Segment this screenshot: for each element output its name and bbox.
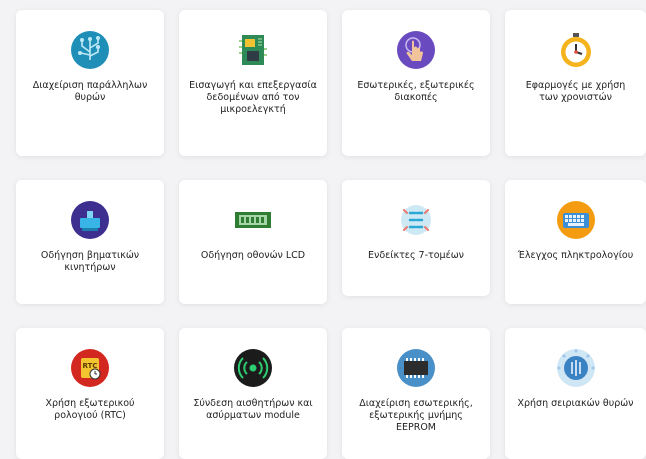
card-parallel-ports[interactable]: Διαχείριση παράλληλων θυρών — [16, 10, 164, 156]
card-label: Εισαγωγή και επεξεργασία δεδομένων από τ… — [189, 80, 317, 115]
wireless-signal-icon — [233, 348, 273, 388]
memory-chip-icon — [396, 348, 436, 388]
card-label: Διαχείριση εσωτερικής, εξωτερικής μνήμης… — [359, 398, 473, 433]
card-data-input[interactable]: Εισαγωγή και επεξεργασία δεδομένων από τ… — [179, 10, 327, 156]
circuit-tree-icon — [70, 30, 110, 70]
card-label: Ενδείκτες 7-τομέων — [368, 250, 464, 261]
card-lcd[interactable]: Οδήγηση οθονών LCD — [179, 180, 327, 304]
circuit-board-icon — [233, 30, 273, 70]
card-label: Οδήγηση οθονών LCD — [200, 250, 306, 261]
card-rtc[interactable]: RTC Χρήση εξωτερικού ρολογιού (RTC) — [16, 328, 164, 459]
card-eeprom[interactable]: Διαχείριση εσωτερικής, εξωτερικής μνήμης… — [342, 328, 490, 459]
card-sensors-wireless[interactable]: Σύνδεση αισθητήρων και ασύρματων module — [179, 328, 327, 459]
card-label: Εφαρμογές με χρήση των χρονιστών — [525, 80, 626, 103]
lcd-display-icon — [233, 200, 273, 240]
card-keyboard[interactable]: Έλεγχος πληκτρολογίου — [505, 180, 646, 304]
card-label: Οδήγηση βηματικών κινητήρων — [40, 250, 140, 273]
card-label: Χρήση εξωτερικού ρολογιού (RTC) — [45, 398, 135, 421]
keyboard-icon — [556, 200, 596, 240]
card-label: Έλεγχος πληκτρολογίου — [517, 250, 634, 261]
card-label: Εσωτερικές, εξωτερικές διακοπές — [357, 80, 475, 103]
card-label: Χρήση σειριακών θυρών — [517, 398, 634, 409]
card-timers[interactable]: Εφαρμογές με χρήση των χρονιστών — [505, 10, 646, 156]
card-interrupts[interactable]: Εσωτερικές, εξωτερικές διακοπές — [342, 10, 490, 156]
card-label: Σύνδεση αισθητήρων και ασύρματων module — [193, 398, 313, 421]
touch-button-icon — [396, 30, 436, 70]
rtc-clock-icon: RTC — [70, 348, 110, 388]
card-serial-ports[interactable]: Χρήση σειριακών θυρών — [505, 328, 646, 459]
card-label: Διαχείριση παράλληλων θυρών — [32, 80, 148, 103]
card-seven-segment[interactable]: Ενδείκτες 7-τομέων — [342, 180, 490, 296]
card-stepper-motors[interactable]: Οδήγηση βηματικών κινητήρων — [16, 180, 164, 304]
serial-port-icon — [556, 348, 596, 388]
stepper-motor-icon — [70, 200, 110, 240]
seven-segment-icon — [396, 200, 436, 240]
stopwatch-icon — [556, 30, 596, 70]
